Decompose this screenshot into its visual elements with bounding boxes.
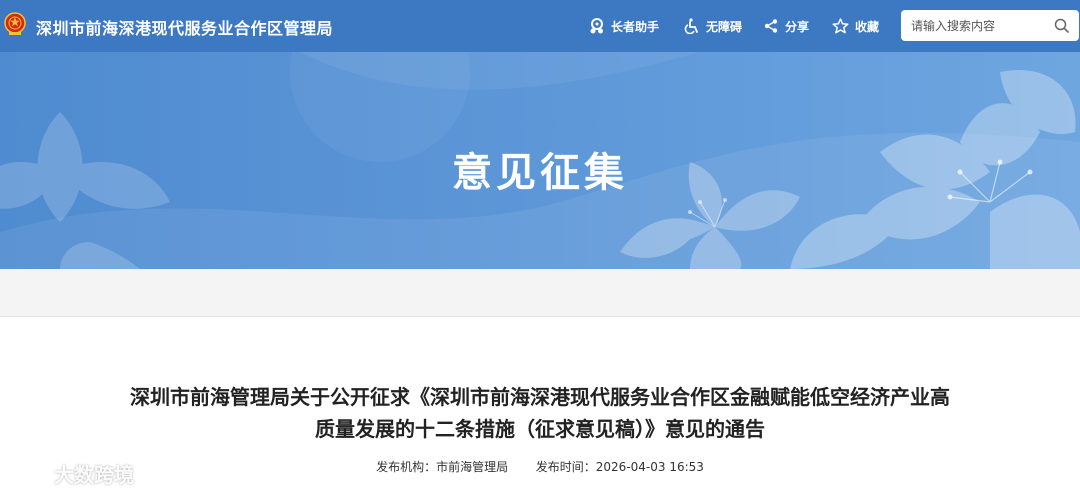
- star-icon: [832, 18, 849, 34]
- search-box: [901, 10, 1079, 41]
- elder-assistant-button[interactable]: 长者助手: [589, 17, 659, 35]
- article-title-line-1: 深圳市前海管理局关于公开征求《深圳市前海深港现代服务业合作区金融赋能低空经济产业…: [130, 385, 950, 409]
- publisher-label: 发布机构：: [376, 460, 437, 474]
- publisher-value: 市前海管理局: [436, 460, 509, 474]
- publish-time-field: 发布时间：2026-04-03 16:53: [536, 460, 704, 474]
- share-label: 分享: [785, 19, 810, 34]
- watermark-text: 大数跨境: [54, 463, 134, 487]
- accessibility-icon: [684, 18, 698, 34]
- banner-title: 意见征集: [452, 150, 628, 196]
- watermark: 大数跨境: [10, 459, 134, 488]
- national-emblem-icon: [4, 12, 26, 35]
- publisher-field: 发布机构：市前海管理局: [376, 460, 508, 474]
- favorite-label: 收藏: [855, 19, 880, 34]
- share-button[interactable]: 分享: [763, 17, 809, 35]
- favorite-button[interactable]: 收藏: [832, 17, 879, 35]
- article-meta: 发布机构：市前海管理局 发布时间：2026-04-03 16:53: [0, 458, 1080, 475]
- page-banner: 意见征集: [0, 52, 1080, 269]
- publish-time-value: 2026-04-03 16:53: [595, 460, 704, 474]
- accessibility-button[interactable]: 无障碍: [684, 17, 742, 35]
- article-panel: 深圳市前海管理局关于公开征求《深圳市前海深港现代服务业合作区金融赋能低空经济产业…: [0, 316, 1080, 493]
- top-bar: 深圳市前海深港现代服务业合作区管理局 长者助手 无障碍 分享 收藏: [0, 0, 1080, 52]
- article-title-line-2: 质量发展的十二条措施（征求意见稿）》意见的通告: [315, 417, 765, 441]
- article-title: 深圳市前海管理局关于公开征求《深圳市前海深港现代服务业合作区金融赋能低空经济产业…: [90, 381, 990, 445]
- elder-assistant-label: 长者助手: [611, 19, 660, 34]
- watermark-logo-icon: [12, 463, 44, 482]
- site-title[interactable]: 深圳市前海深港现代服务业合作区管理局: [36, 15, 333, 39]
- accessibility-label: 无障碍: [706, 19, 743, 34]
- publish-time-label: 发布时间：: [535, 460, 596, 474]
- search-icon[interactable]: [1054, 18, 1069, 33]
- search-input[interactable]: [911, 18, 1051, 33]
- share-icon: [764, 19, 778, 33]
- elder-assistant-icon: [590, 18, 603, 34]
